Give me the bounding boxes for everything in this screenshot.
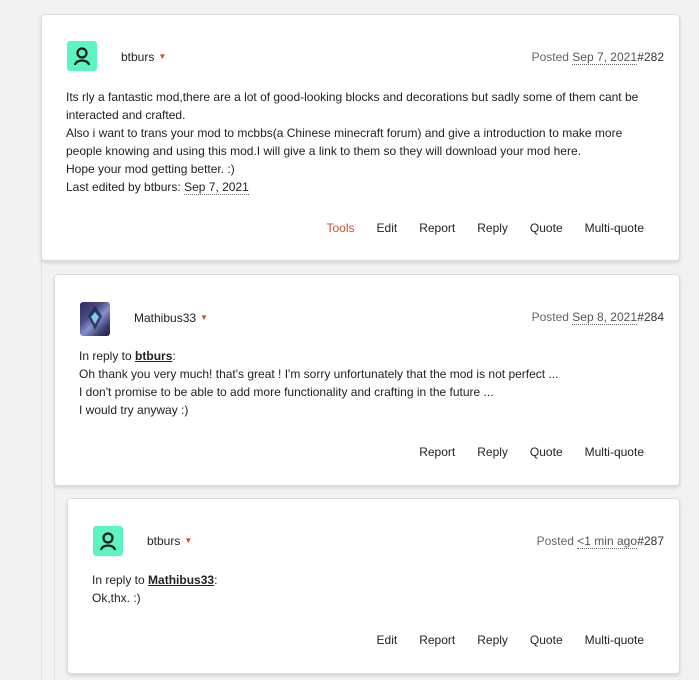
avatar[interactable] [93,526,123,556]
author-name[interactable]: btburs ▼ [147,534,192,548]
post-body: Its rly a fantastic mod,there are a lot … [66,88,659,196]
thread-rail-nested [54,486,55,680]
post-card-284: Mathibus33 ▼ Posted Sep 8, 2021 #284 In … [54,274,680,486]
reply-to-link[interactable]: btburs [135,349,172,363]
post-number[interactable]: #284 [637,310,664,324]
thread-rail [41,260,42,680]
edited-note: Last edited by btburs: Sep 7, 2021 [66,180,249,195]
post-actions: Report Reply Quote Multi-quote [419,445,644,459]
post-number[interactable]: #282 [637,50,664,64]
avatar[interactable] [67,41,97,71]
post-date: Sep 7, 2021 [572,50,637,65]
quote-button[interactable]: Quote [530,445,563,459]
caret-down-icon[interactable]: ▼ [200,314,208,322]
reply-reference: In reply to Mathibus33: [92,573,218,587]
user-silhouette-icon [99,532,117,551]
quote-button[interactable]: Quote [530,221,563,235]
caret-down-icon[interactable]: ▼ [184,537,192,545]
multi-quote-button[interactable]: Multi-quote [585,633,644,647]
post-actions: Tools Edit Report Reply Quote Multi-quot… [327,221,645,235]
edit-button[interactable]: Edit [377,633,398,647]
post-date: Sep 8, 2021 [572,310,637,325]
author-name[interactable]: btburs ▼ [121,50,166,64]
post-card-282: btburs ▼ Posted Sep 7, 2021 #282 Its rly… [41,14,680,261]
post-number[interactable]: #287 [637,534,664,548]
multi-quote-button[interactable]: Multi-quote [585,445,644,459]
post-date: <1 min ago [577,534,637,549]
post-body: In reply to Mathibus33: Ok,thx. :) [92,571,659,607]
tools-button[interactable]: Tools [327,221,355,235]
post-meta: Posted Sep 8, 2021 [531,310,637,325]
report-button[interactable]: Report [419,445,455,459]
multi-quote-button[interactable]: Multi-quote [585,221,644,235]
post-body: In reply to btburs: Oh thank you very mu… [79,347,659,419]
edit-button[interactable]: Edit [377,221,398,235]
post-actions: Edit Report Reply Quote Multi-quote [377,633,644,647]
author-name[interactable]: Mathibus33 ▼ [134,311,208,325]
report-button[interactable]: Report [419,221,455,235]
post-meta: Posted Sep 7, 2021 [531,50,637,65]
avatar[interactable] [80,302,110,336]
reply-to-link[interactable]: Mathibus33 [148,573,214,587]
post-card-287: btburs ▼ Posted <1 min ago #287 In reply… [67,498,680,674]
post-meta: Posted <1 min ago [536,534,637,549]
reply-button[interactable]: Reply [477,221,508,235]
quote-button[interactable]: Quote [530,633,563,647]
reply-button[interactable]: Reply [477,633,508,647]
reply-reference: In reply to btburs: [79,349,176,363]
user-avatar-image-icon [88,306,102,330]
user-silhouette-icon [73,47,91,66]
reply-button[interactable]: Reply [477,445,508,459]
caret-down-icon[interactable]: ▼ [158,53,166,61]
report-button[interactable]: Report [419,633,455,647]
